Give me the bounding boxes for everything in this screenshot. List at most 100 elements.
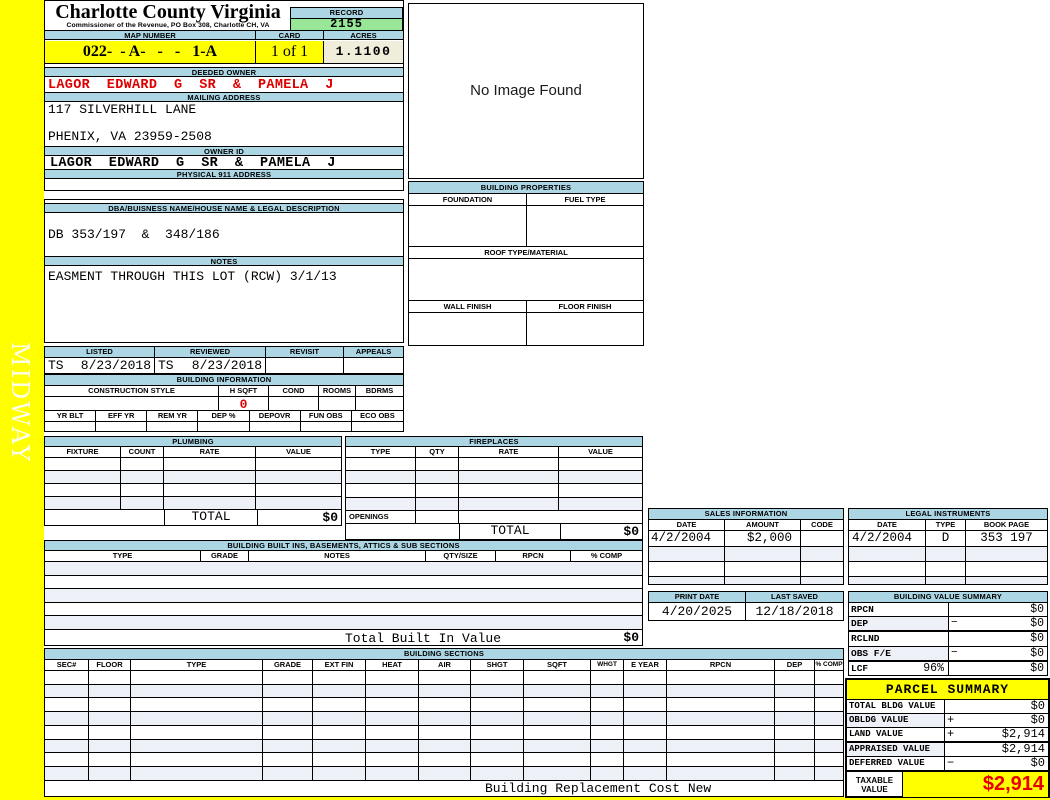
map-number-label: MAP NUMBER (45, 31, 256, 39)
table-row (649, 577, 843, 584)
empty-cell (815, 726, 843, 739)
empty-cell (131, 767, 263, 780)
map-value-row: 022- - A- - - 1-A 1 of 1 1.1100 (45, 41, 403, 64)
empty-cell (524, 698, 591, 712)
dates-panel: PRINT DATE LAST SAVED 4/20/2025 12/18/20… (648, 591, 844, 621)
hsqft-label: H SQFT (219, 386, 269, 396)
empty-cell (849, 547, 926, 561)
empty-cell (775, 698, 815, 712)
empty-cell (313, 725, 366, 739)
type-label: TYPE (45, 551, 201, 561)
summary-row-rclnd: RCLND $0 (849, 632, 1047, 647)
empty-cell: + $0 (945, 714, 1048, 727)
empty-cell (346, 484, 416, 497)
foundation-value-cell (409, 206, 527, 246)
empty-cell (624, 670, 667, 684)
taxable-label: TAXABLE VALUE (847, 772, 903, 797)
built-ins-title: BUILDING BUILT INS, BASEMENTS, ATTICS & … (45, 541, 642, 551)
effyr-label: EFF YR (96, 411, 148, 421)
empty-cell (591, 670, 624, 684)
rooms-label: ROOMS (319, 386, 356, 396)
notes-label: NOTES (45, 256, 403, 266)
reviewed-date: 8/23/2018 (191, 358, 262, 373)
empty-cell (250, 422, 301, 431)
empty-cell (815, 698, 843, 711)
wall-floor-cells (409, 313, 643, 345)
empty-cell (667, 767, 775, 780)
wall-floor-header: WALL FINISH FLOOR FINISH (409, 301, 643, 313)
commissioner-line: Commissioner of the Revenue, PO Box 308,… (66, 22, 270, 29)
card-value: 1 of 1 (256, 41, 324, 63)
plumbing-header: FIXTURE COUNT RATE VALUE (45, 446, 341, 458)
empty-cell (263, 670, 313, 684)
listed-value: TS 8/23/2018 (45, 358, 155, 373)
empty-cell (667, 739, 775, 753)
empty-cell (45, 603, 642, 616)
empty-cell (591, 712, 624, 725)
table-row (45, 602, 642, 617)
dep-value: $0 (1030, 616, 1044, 630)
parcel-row-obldg: OBLDG VALUE + $0 (847, 714, 1048, 728)
mailing-address-line1: 117 SILVERHILL LANE (48, 102, 197, 117)
empty-cell: $0 (949, 662, 1047, 675)
empty-cell (801, 562, 843, 576)
empty-cell (89, 739, 131, 753)
table-row (45, 575, 642, 590)
photo-box: No Image Found (408, 3, 644, 179)
empty-cell (591, 753, 624, 767)
map-header-row: MAP NUMBER CARD ACRES (45, 30, 403, 40)
built-ins-panel: BUILDING BUILT INS, BASEMENTS, ATTICS & … (44, 540, 643, 646)
empty-cell (263, 712, 313, 725)
record-value: 2155 (291, 18, 402, 30)
empty-cell (313, 739, 366, 753)
lcf-label-cell: LCF 96% (849, 661, 949, 675)
empty-cell (591, 684, 624, 698)
empty-cell (366, 725, 419, 739)
empty-cell: − $0 (949, 646, 1047, 660)
empty-cell (121, 496, 164, 510)
empty-cell (366, 767, 419, 780)
empty-cell (164, 457, 256, 470)
sales-panel: SALES INFORMATION DATE AMOUNT CODE 4/2/2… (648, 508, 844, 585)
value-label: VALUE (286, 446, 311, 456)
empty-cell (559, 458, 642, 470)
sale-date: 4/2/2004 (649, 531, 725, 546)
cond-value (269, 397, 319, 412)
obldg-label: OBLDG VALUE (847, 714, 945, 727)
empty-cell (524, 767, 591, 780)
fireplaces-header: TYPE QTY RATE VALUE (346, 446, 642, 458)
empty-cell (471, 684, 524, 698)
empty-cell (131, 698, 263, 712)
empty-cell: $0 (945, 700, 1048, 713)
empty-cell (775, 767, 815, 780)
empty-cell (366, 698, 419, 712)
empty-cell (346, 457, 416, 471)
fixture-label: FIXTURE (45, 446, 121, 457)
empty-cell (471, 753, 524, 767)
summary-row-obs: OBS F/E − $0 (849, 646, 1047, 662)
empty-cell (416, 497, 459, 510)
empty-cell (667, 712, 775, 725)
obldg-op: + (947, 713, 955, 727)
funobs-label: FUN OBS (301, 411, 352, 421)
empty-cell (459, 471, 559, 484)
empty-cell (416, 457, 459, 471)
air-label: AIR (419, 659, 471, 670)
empty-cell (801, 577, 843, 584)
appraised-label: APPRAISED VALUE (847, 743, 945, 756)
midway-watermark: MIDWAY (6, 342, 34, 463)
empty-cell (366, 712, 419, 725)
bdrms-value (356, 397, 403, 412)
empty-cell (263, 753, 313, 767)
empty-cell (667, 670, 775, 684)
print-date-label: PRINT DATE (649, 592, 746, 602)
dba-notes-panel: DBA/BUISNESS NAME/HOUSE NAME & LEGAL DES… (44, 199, 404, 343)
dep-op: − (951, 616, 958, 629)
table-row (45, 470, 341, 484)
empty-cell (471, 670, 524, 684)
empty-cell (801, 547, 843, 561)
empty-cell (45, 739, 89, 753)
empty-cell (263, 767, 313, 780)
dates-header: PRINT DATE LAST SAVED (649, 592, 843, 603)
revisit-value-cell (266, 358, 344, 373)
